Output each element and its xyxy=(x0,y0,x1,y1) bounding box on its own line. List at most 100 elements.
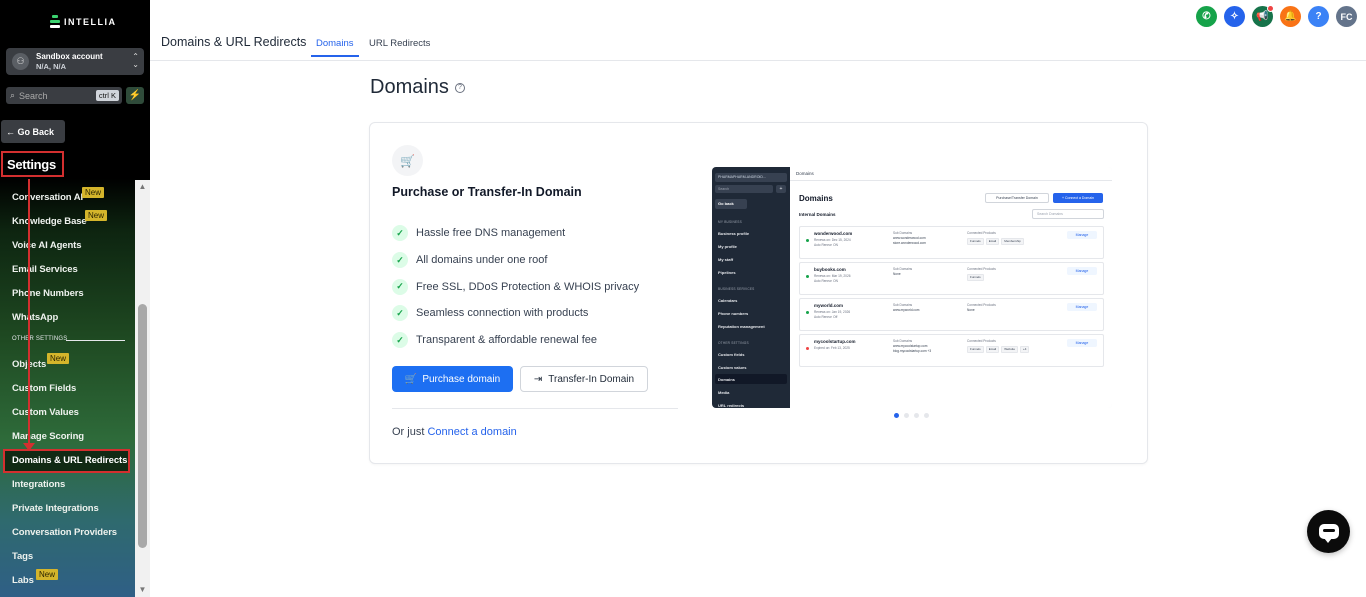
sidebar-item-custom-fields[interactable]: Custom Fields xyxy=(12,383,76,394)
preview-sidebar: PHARMAPHARM-ANDROID... Search + Go back … xyxy=(712,167,790,408)
preview-nav-item: Phone numbers xyxy=(718,311,749,316)
sidebar-item-label: Conversation AI xyxy=(12,192,83,203)
sidebar-item-whatsapp[interactable]: WhatsApp xyxy=(12,312,58,323)
scroll-down-icon[interactable]: ▼ xyxy=(135,585,150,595)
preview-subdomains: Sub Domains www.myworld.com xyxy=(893,303,919,313)
preview-nav-item: Reputation management xyxy=(718,324,765,329)
purchase-domain-button[interactable]: 🛒 Purchase domain xyxy=(392,366,513,392)
preview-product-tags: Funnels Email Membership xyxy=(967,238,1024,245)
subdomain: store.wonderwood.com xyxy=(893,241,926,245)
preview-manage-button: Manage xyxy=(1067,339,1097,347)
feature-list: ✓ Hassle free DNS management ✓ All domains… xyxy=(392,220,639,353)
button-label: Transfer-In Domain xyxy=(548,373,635,385)
subdomain: blog.mycoolstartup.com +3 xyxy=(893,349,932,353)
sidebar-item-email-services[interactable]: Email Services xyxy=(12,264,78,275)
feature-text: Free SSL, DDoS Protection & WHOIS privac… xyxy=(416,280,640,293)
bolt-icon: ⚡ xyxy=(128,90,142,101)
sidebar-item-conversation-ai[interactable]: Conversation AI xyxy=(12,192,83,203)
sidebar-item-label: Phone Numbers xyxy=(12,288,84,299)
card-divider xyxy=(392,408,678,409)
sidebar-item-manage-scoring[interactable]: Manage Scoring xyxy=(12,431,84,442)
feature-text: Transparent & affordable renewal fee xyxy=(416,334,598,347)
preview-autorenew-text: Auto Renew: ON xyxy=(814,279,838,283)
feature-item: ✓ Seamless connection with products xyxy=(392,300,639,327)
avatar[interactable]: FC xyxy=(1336,6,1357,27)
preview-go-back: Go back xyxy=(715,199,747,209)
preview-connect-button: + Connect a Domain xyxy=(1053,193,1103,203)
preview-domain-row: myworld.com Renews on: Jan 19, 2026 Auto … xyxy=(799,298,1104,331)
connect-domain-link[interactable]: Connect a domain xyxy=(427,426,516,438)
preview-domain-row: buybooks.com Renews on: Mar 19, 2026 Auto… xyxy=(799,262,1104,295)
sidebar-item-label: Voice AI Agents xyxy=(12,240,82,251)
account-switcher[interactable]: ⚇ Sandbox account N/A, N/A ⌃ ⌄ xyxy=(6,48,144,75)
sidebar-item-label: Integrations xyxy=(12,479,66,490)
product-tag: +4 xyxy=(1020,346,1030,353)
transfer-in-domain-button[interactable]: ⇥ Transfer-In Domain xyxy=(520,366,648,392)
phone-icon[interactable]: ✆ xyxy=(1196,6,1217,27)
help-icon[interactable]: ? xyxy=(1308,6,1329,27)
preview-nav-item: Media xyxy=(718,390,730,395)
carousel-dot[interactable] xyxy=(904,413,909,418)
sidebar-item-knowledge-base[interactable]: Knowledge Base xyxy=(12,216,87,227)
bell-icon[interactable]: 🔔 xyxy=(1280,6,1301,27)
preview-manage-button: Manage xyxy=(1067,231,1097,239)
sidebar-item-conversation-providers[interactable]: Conversation Providers xyxy=(12,527,117,538)
megaphone-icon[interactable]: 📢 xyxy=(1252,5,1274,27)
preview-renew-text: Renews on: Mar 19, 2026 xyxy=(814,274,851,278)
preview-heading: Domains xyxy=(799,194,833,203)
carousel-dot[interactable] xyxy=(924,413,929,418)
carousel-dot[interactable] xyxy=(914,413,919,418)
sidebar-item-phone-numbers[interactable]: Phone Numbers xyxy=(12,288,84,299)
sidebar-item-integrations[interactable]: Integrations xyxy=(12,479,65,490)
preview-section: MY BUSINESS xyxy=(718,220,742,224)
carousel-dot[interactable] xyxy=(894,413,899,418)
tab-url-redirects[interactable]: URL Redirects xyxy=(369,38,430,49)
sidebar-item-label: WhatsApp xyxy=(12,312,59,323)
preview-nav-item: My profile xyxy=(718,244,737,249)
new-badge: New xyxy=(85,210,108,221)
scroll-thumb[interactable] xyxy=(138,304,147,548)
preview-domain-meta: Expired on: Feb 13, 2025 xyxy=(814,346,850,351)
account-name: Sandbox account xyxy=(36,51,103,61)
preview-nav-item: Pipelines xyxy=(718,270,736,275)
sidebar-item-voice-ai-agents[interactable]: Voice AI Agents xyxy=(12,240,82,251)
preview-domain-name: myworld.com xyxy=(814,303,844,308)
other-settings-label: OTHER SETTINGS xyxy=(12,336,68,342)
new-badge: New xyxy=(82,187,105,198)
domains-preview-image: PHARMAPHARM-ANDROID... Search + Go back … xyxy=(712,167,1112,408)
search-shortcut: ctrl K xyxy=(95,90,119,101)
app-logo[interactable]: INTELLIA xyxy=(50,15,117,29)
preview-nav-item: Custom fields xyxy=(718,352,745,357)
question-icon[interactable]: ? xyxy=(454,82,465,93)
preview-domain-name: buybooks.com xyxy=(814,267,846,272)
col-label: Sub Domains xyxy=(893,339,913,343)
scroll-up-icon[interactable]: ▲ xyxy=(135,182,150,192)
sidebar-item-tags[interactable]: Tags xyxy=(12,551,33,562)
product-tag: Funnels xyxy=(967,346,984,353)
status-dot xyxy=(806,275,809,278)
sidebar-item-domains-url-redirects[interactable]: Domains & URL Redirects xyxy=(12,455,127,466)
sidebar: INTELLIA ⚇ Sandbox account N/A, N/A ⌃ ⌄ ⌕… xyxy=(0,0,150,597)
carousel-dots xyxy=(894,413,929,418)
preview-products-label: Connected Products xyxy=(967,339,996,343)
button-label: Purchase domain xyxy=(422,373,501,385)
sidebar-item-label: Custom Values xyxy=(12,407,79,418)
annotation-arrow xyxy=(28,179,30,445)
logo-text: INTELLIA xyxy=(64,17,117,27)
feature-item: ✓ Hassle free DNS management xyxy=(392,220,639,247)
search-input[interactable]: ⌕ Search ctrl K xyxy=(6,87,122,104)
annotation-arrow-head xyxy=(23,443,35,451)
chat-widget-button[interactable] xyxy=(1307,510,1350,553)
sidebar-item-labs[interactable]: Labs xyxy=(12,575,34,586)
magic-icon[interactable]: ✧ xyxy=(1224,6,1245,27)
sidebar-item-private-integrations[interactable]: Private Integrations xyxy=(12,503,99,514)
col-label: Sub Domains xyxy=(893,267,913,271)
quick-action-button[interactable]: ⚡ xyxy=(126,87,144,104)
go-back-button[interactable]: ← Go Back xyxy=(1,120,65,143)
preview-main: Domains Domains Purchase/Transfer Domain… xyxy=(790,167,1112,408)
tab-domains[interactable]: Domains xyxy=(316,38,354,49)
preview-section: OTHER SETTINGS xyxy=(718,341,749,345)
preview-products: Connected Products None xyxy=(967,303,996,313)
sidebar-scrollbar[interactable]: ▲ ▼ xyxy=(135,180,150,597)
sidebar-item-custom-values[interactable]: Custom Values xyxy=(12,407,79,418)
